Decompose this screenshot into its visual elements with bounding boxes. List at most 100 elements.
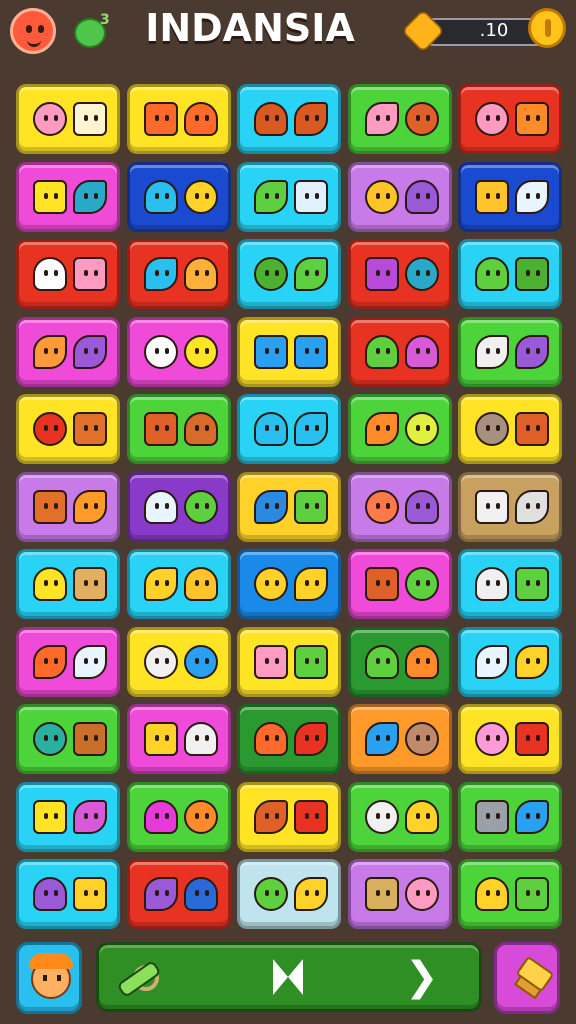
axe-and-bottle-icon [254, 489, 288, 524]
game-tile[interactable] [458, 549, 562, 619]
character-button[interactable] [16, 942, 82, 1014]
tile-row [16, 549, 562, 623]
game-tile[interactable] [347, 781, 452, 852]
game-tile[interactable] [237, 239, 341, 309]
game-tile[interactable] [16, 239, 120, 309]
game-tile[interactable] [126, 84, 231, 154]
mushroom-and-egg-icon [143, 412, 178, 446]
cheese-and-ball-icon [475, 179, 509, 214]
creature-and-potato-icon [33, 722, 67, 756]
game-tile[interactable] [458, 704, 562, 774]
game-tile[interactable] [237, 394, 341, 464]
game-tile[interactable] [237, 316, 341, 387]
game-tile[interactable] [347, 859, 452, 929]
ghost-and-creature-icon [515, 334, 549, 369]
game-tile[interactable] [458, 84, 562, 154]
game-tile[interactable] [16, 161, 120, 232]
tile-row [16, 239, 562, 313]
game-tile[interactable] [126, 394, 231, 464]
game-tile[interactable] [16, 394, 120, 464]
game-tile[interactable] [458, 394, 562, 464]
game-tile[interactable] [16, 626, 120, 697]
game-tile[interactable] [347, 239, 452, 309]
game-title: INDANSIA [145, 6, 355, 50]
game-tile[interactable] [126, 626, 231, 697]
camera-and-balloon-icon [33, 334, 67, 369]
game-tile[interactable] [126, 471, 231, 542]
game-tile[interactable] [126, 859, 231, 929]
ghost-and-creature-icon [475, 334, 509, 369]
drop-and-creature-icon [364, 179, 399, 214]
carrot-and-monster-icon [404, 489, 439, 524]
ghost-and-turtle-icon [515, 567, 549, 601]
game-tile[interactable] [347, 626, 452, 697]
game-tile[interactable] [126, 161, 231, 232]
game-tile[interactable] [347, 161, 452, 232]
tile-row [16, 84, 562, 158]
next-chevron-icon[interactable]: ❯ [405, 951, 439, 1003]
game-tile[interactable] [458, 859, 562, 929]
green-pet-icon[interactable]: 3 [70, 10, 116, 52]
game-tile[interactable] [347, 471, 452, 542]
game-tile[interactable] [237, 781, 341, 852]
game-tile[interactable] [458, 471, 562, 542]
face-and-carrot-icon [33, 489, 67, 524]
game-tile[interactable] [458, 781, 562, 852]
game-tile[interactable] [237, 704, 341, 774]
arrow-and-shield-icon [475, 799, 509, 834]
egg-and-boot-icon [143, 877, 178, 911]
game-tile[interactable] [237, 84, 341, 154]
turnip-and-tree-icon [183, 644, 218, 679]
game-tile[interactable] [237, 859, 341, 929]
star-and-ring-icon[interactable] [116, 955, 162, 999]
game-tile[interactable] [237, 626, 341, 697]
leaf-and-frog-icon [475, 257, 509, 291]
game-tile[interactable] [347, 84, 452, 154]
game-tile[interactable] [126, 704, 231, 774]
red-smiley-icon[interactable] [10, 8, 56, 54]
game-tile[interactable] [458, 239, 562, 309]
game-tile[interactable] [126, 781, 231, 852]
game-tile[interactable] [16, 471, 120, 542]
gem-and-star-icon [183, 334, 218, 369]
pig-and-frog-icon [294, 644, 328, 679]
gold-coin-icon[interactable] [528, 8, 566, 48]
game-tile[interactable] [126, 549, 231, 619]
game-tile[interactable] [237, 161, 341, 232]
fish-and-rock-icon [364, 722, 399, 756]
bowtie-icon[interactable] [273, 959, 303, 995]
game-tile[interactable] [347, 394, 452, 464]
ghost-and-chick-icon [475, 644, 509, 679]
game-tile[interactable] [237, 471, 341, 542]
game-tile[interactable] [16, 316, 120, 387]
game-tile[interactable] [16, 704, 120, 774]
game-tile[interactable] [16, 84, 120, 154]
game-tile[interactable] [347, 316, 452, 387]
game-tile[interactable] [347, 704, 452, 774]
palm-and-mushroom-icon [294, 257, 328, 291]
carrot-and-leaf-icon [404, 567, 439, 601]
game-tile[interactable] [458, 161, 562, 232]
coconut-icon [294, 102, 328, 136]
game-tile[interactable] [126, 316, 231, 387]
creature-and-potato-icon [73, 722, 107, 756]
chick-and-ring-icon [33, 567, 67, 601]
game-tile[interactable] [16, 549, 120, 619]
hammer-button[interactable] [494, 942, 560, 1014]
game-tile[interactable] [237, 549, 341, 619]
ghost-and-cactus-icon [143, 489, 178, 524]
game-tile[interactable] [458, 626, 562, 697]
tile-row [16, 859, 562, 933]
flower-and-bulb-icon [73, 644, 107, 679]
game-tile[interactable] [126, 239, 231, 309]
blue-fish-icon [294, 334, 328, 369]
key-and-frame-icon [33, 877, 67, 911]
ghost-and-carrot-icon [364, 799, 399, 834]
game-tile[interactable] [16, 781, 120, 852]
game-tile[interactable] [347, 549, 452, 619]
rock-and-creature-icon [475, 412, 509, 446]
check-and-cherry-icon [294, 722, 328, 756]
game-tile[interactable] [458, 316, 562, 387]
game-tile[interactable] [16, 859, 120, 929]
hammer-icon [513, 955, 555, 1000]
